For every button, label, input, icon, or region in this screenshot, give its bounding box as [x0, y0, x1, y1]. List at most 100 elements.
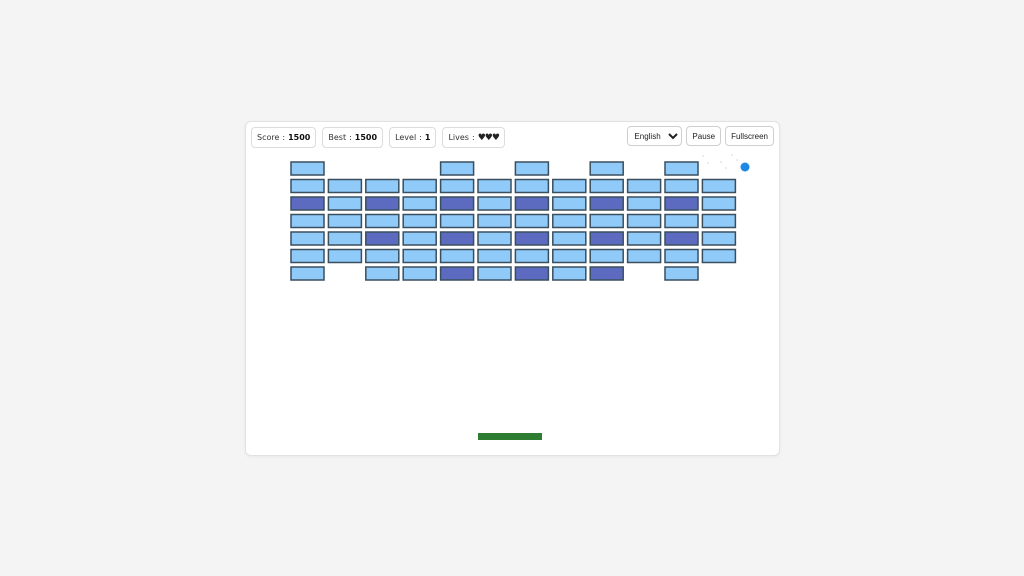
brick-normal [552, 266, 587, 281]
brick-strong [664, 196, 699, 211]
brick-strong [664, 231, 699, 246]
brick-normal [402, 248, 437, 264]
brick-normal [701, 248, 737, 264]
brick-normal [290, 213, 325, 229]
brick-normal [439, 178, 475, 194]
brick-normal [701, 178, 737, 194]
lives-label: Lives [448, 133, 469, 142]
brick-normal [664, 213, 699, 229]
brick-normal [327, 248, 363, 264]
trail-dot [720, 161, 722, 163]
brick-normal [290, 266, 325, 281]
brick-normal [701, 231, 737, 246]
brick-strong [290, 196, 325, 211]
brick-normal [439, 161, 475, 176]
score-separator: : [282, 133, 286, 142]
brick-normal [514, 178, 550, 194]
lives-separator: : [471, 133, 475, 142]
brick-strong [514, 266, 550, 281]
best-separator: : [349, 133, 352, 142]
brick-normal [626, 231, 662, 246]
game-card: Score : 1500 Best : 1500 Level : 1 Lives… [245, 121, 780, 456]
brick-strong [365, 196, 400, 211]
trail-dot [736, 159, 738, 161]
brick-normal [365, 248, 400, 264]
level-separator: : [419, 133, 422, 142]
brick-normal [327, 178, 363, 194]
brick-normal [664, 178, 699, 194]
game-board[interactable] [246, 122, 779, 455]
brick-normal [439, 213, 475, 229]
fullscreen-button[interactable]: Fullscreen [725, 126, 774, 146]
ball-trail [702, 154, 738, 169]
brick-normal [589, 213, 624, 229]
level-stat: Level : 1 [389, 127, 437, 148]
brick-normal [664, 266, 699, 281]
brick-normal [477, 178, 512, 194]
brick-normal [290, 231, 325, 246]
lives-stat: Lives : ♥♥♥ [442, 127, 505, 148]
trail-dot [707, 162, 709, 164]
level-label: Level [395, 133, 417, 142]
brick-normal [365, 266, 400, 281]
controls: English Pause Fullscreen [627, 126, 774, 146]
score-label: Score [257, 133, 280, 142]
brick-normal [552, 213, 587, 229]
brick-normal [626, 178, 662, 194]
brick-normal [290, 248, 325, 264]
trail-dot [725, 167, 727, 169]
brick-normal [477, 213, 512, 229]
brick-normal [552, 196, 587, 211]
brick-normal [365, 178, 400, 194]
brick-normal [626, 196, 662, 211]
brick-normal [626, 213, 662, 229]
lives-hearts-icon: ♥♥♥ [477, 132, 500, 143]
best-label: Best [328, 133, 347, 142]
brick-strong [589, 196, 624, 211]
trail-dot [702, 155, 704, 157]
level-value: 1 [424, 133, 431, 142]
best-stat: Best : 1500 [322, 127, 384, 148]
brick-normal [290, 161, 325, 176]
brick-normal [402, 266, 437, 281]
brick-normal [477, 266, 512, 281]
brick-normal [626, 248, 662, 264]
brick-normal [477, 248, 512, 264]
trail-dot [731, 154, 733, 156]
brick-field [290, 161, 737, 281]
brick-normal [290, 178, 325, 194]
brick-normal [701, 196, 737, 211]
brick-normal [664, 161, 699, 176]
brick-normal [327, 196, 363, 211]
brick-strong [365, 231, 400, 246]
brick-normal [402, 178, 437, 194]
brick-strong [439, 196, 475, 211]
brick-normal [402, 213, 437, 229]
brick-normal [365, 213, 400, 229]
brick-normal [589, 178, 624, 194]
brick-normal [664, 248, 699, 264]
paddle[interactable] [478, 433, 542, 440]
brick-normal [439, 248, 475, 264]
brick-normal [589, 248, 624, 264]
brick-normal [477, 231, 512, 246]
score-value: 1500 [288, 133, 311, 142]
brick-strong [589, 231, 624, 246]
hud: Score : 1500 Best : 1500 Level : 1 Lives… [251, 127, 505, 148]
brick-strong [514, 196, 550, 211]
brick-normal [327, 231, 363, 246]
brick-strong [439, 231, 475, 246]
brick-normal [327, 213, 363, 229]
brick-normal [514, 248, 550, 264]
brick-normal [552, 178, 587, 194]
best-value: 1500 [354, 133, 378, 142]
brick-strong [514, 231, 550, 246]
pause-button[interactable]: Pause [686, 126, 722, 146]
brick-normal [552, 231, 587, 246]
language-select[interactable]: English [627, 126, 683, 146]
brick-normal [402, 231, 437, 246]
brick-strong [589, 266, 624, 281]
brick-normal [589, 161, 624, 176]
brick-normal [701, 213, 737, 229]
brick-strong [439, 266, 475, 281]
